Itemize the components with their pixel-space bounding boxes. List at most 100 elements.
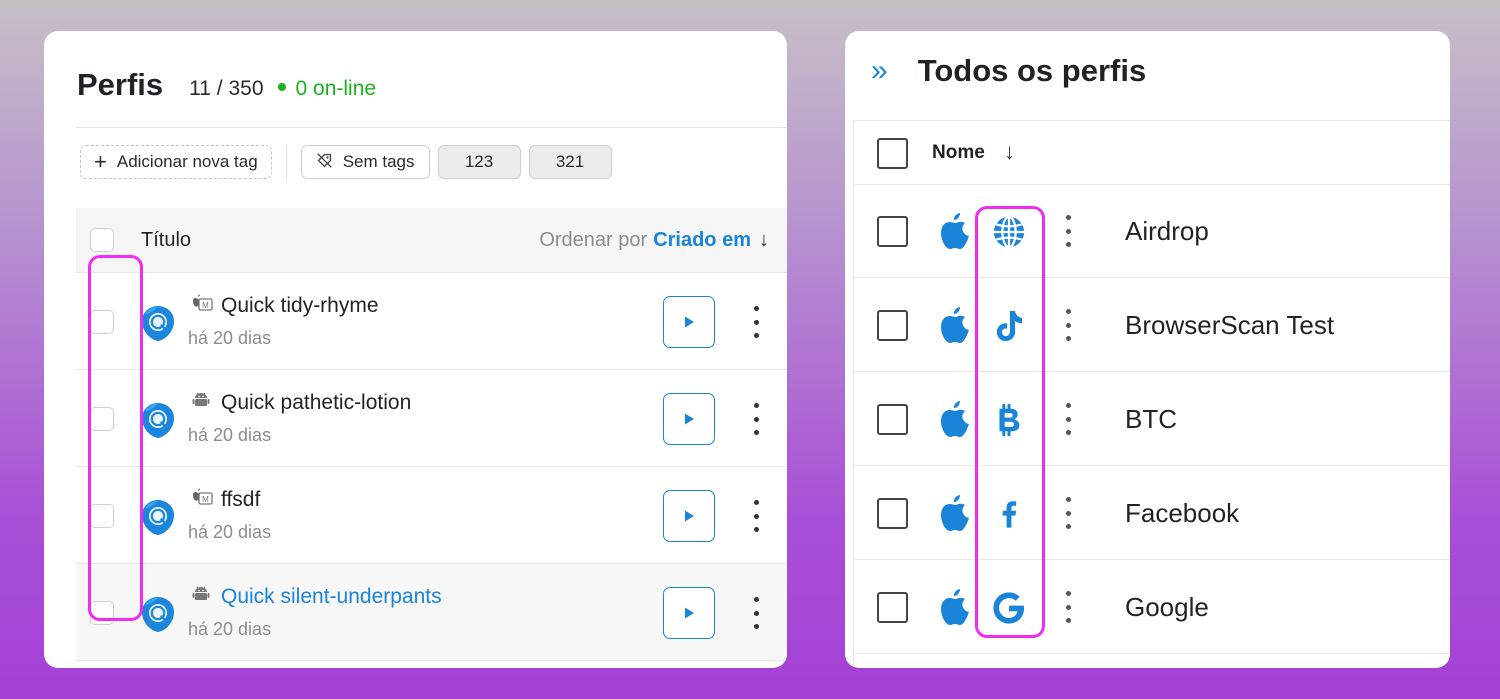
profiles-panel: Perfis 11 / 350 0 on-line + Adicionar no…: [44, 31, 787, 668]
dot: [753, 416, 759, 422]
profile-name[interactable]: ffsdf: [221, 488, 260, 512]
table-header: Nome ↓: [854, 121, 1450, 185]
svg-text:M: M: [202, 301, 209, 310]
facebook-icon: [990, 495, 1028, 533]
dot: [1065, 403, 1071, 408]
play-icon: [682, 315, 696, 329]
row-checkbox[interactable]: [90, 601, 114, 625]
macos-m-icon: M: [192, 488, 214, 510]
table-row[interactable]: Quick pathetic-lotion há 20 dias: [76, 370, 787, 467]
arrow-down-icon: ↓: [759, 229, 769, 251]
start-profile-button[interactable]: [663, 587, 715, 639]
row-checkbox[interactable]: [877, 216, 908, 247]
table-row[interactable]: Mffsdf há 20 dias: [76, 467, 787, 564]
dot: [1065, 416, 1071, 422]
more-options-icon[interactable]: [753, 306, 759, 338]
sort-value[interactable]: Criado em: [653, 229, 751, 251]
browser-logo-icon: [138, 400, 178, 440]
name-column-header[interactable]: Nome: [932, 142, 985, 164]
table-row[interactable]: BTC: [854, 373, 1450, 466]
profile-name[interactable]: Airdrop: [1125, 216, 1209, 247]
no-tags-filter-button[interactable]: Sem tags: [300, 145, 430, 179]
profile-name[interactable]: BrowserScan Test: [1125, 310, 1334, 341]
dot: [1065, 497, 1071, 502]
more-options-icon[interactable]: [1065, 309, 1071, 341]
profile-date: há 20 dias: [188, 619, 272, 639]
dot: [1065, 524, 1071, 529]
arrow-down-icon[interactable]: ↓: [1004, 139, 1015, 165]
all-profiles-header: » Todos os perfis: [871, 53, 1146, 89]
online-status: 0 on-line: [295, 77, 377, 100]
page-title: Perfis: [77, 67, 164, 102]
apple-icon: [938, 211, 974, 251]
table-header: Título Ordenar por Criado em ↓: [76, 208, 787, 273]
row-checkbox[interactable]: [90, 310, 114, 334]
more-options-icon[interactable]: [753, 597, 759, 629]
tiktok-icon: [990, 307, 1028, 345]
profile-date: há 20 dias: [188, 522, 272, 542]
row-checkbox[interactable]: [877, 404, 908, 435]
browser-logo-icon: [138, 594, 178, 634]
profile-name[interactable]: Facebook: [1125, 498, 1239, 529]
profile-name[interactable]: BTC: [1125, 404, 1177, 435]
start-profile-button[interactable]: [663, 490, 715, 542]
start-profile-button[interactable]: [663, 393, 715, 445]
browser-logo-icon: [138, 303, 178, 343]
table-row[interactable]: BrowserScan Test: [854, 279, 1450, 372]
profile-count: 11 / 350: [189, 77, 264, 100]
dot: [753, 319, 759, 325]
table-row[interactable]: Quick silent-underpants há 20 dias: [76, 564, 787, 661]
more-options-icon[interactable]: [1065, 591, 1071, 623]
table-row[interactable]: Airdrop: [854, 185, 1450, 278]
divider: [76, 127, 787, 128]
start-profile-button[interactable]: [663, 296, 715, 348]
table-row[interactable]: M Quick tidy-rhyme há 20 dias: [76, 273, 787, 370]
dot: [1065, 228, 1071, 234]
dot: [1065, 510, 1071, 516]
add-tag-label: Adicionar nova tag: [116, 152, 258, 171]
profile-name[interactable]: Quick silent-underpants: [221, 585, 442, 609]
more-options-icon[interactable]: [1065, 497, 1071, 529]
tag-filter-321[interactable]: 321: [528, 145, 612, 179]
dot: [753, 403, 759, 408]
table-row[interactable]: Facebook: [854, 467, 1450, 560]
row-checkbox[interactable]: [90, 407, 114, 431]
globe-icon: [990, 213, 1028, 251]
select-all-checkbox[interactable]: [90, 228, 114, 252]
svg-text:M: M: [202, 495, 209, 504]
tag-bar: + Adicionar nova tag Sem tags 123 321: [80, 145, 620, 179]
row-checkbox[interactable]: [877, 310, 908, 341]
title-column-header: Título: [141, 229, 192, 251]
android-icon: [192, 585, 210, 607]
apple-icon: [938, 399, 974, 439]
sort-prefix: Ordenar por: [539, 229, 648, 251]
dot: [1065, 215, 1071, 220]
more-options-icon[interactable]: [753, 500, 759, 532]
dot: [753, 610, 759, 616]
profile-name[interactable]: Quick tidy-rhyme: [221, 294, 379, 318]
row-checkbox[interactable]: [877, 498, 908, 529]
more-options-icon[interactable]: [1065, 215, 1071, 247]
dot: [753, 624, 759, 629]
tag-filter-123[interactable]: 123: [437, 145, 521, 179]
bitcoin-icon: [990, 401, 1028, 439]
sort-control[interactable]: Ordenar por Criado em ↓: [539, 229, 769, 252]
row-checkbox[interactable]: [877, 592, 908, 623]
profiles-table: Nome ↓ Airdrop BrowserScan Test BTC Faceboo…: [853, 120, 1450, 668]
android-icon: [192, 391, 210, 413]
play-icon: [682, 509, 696, 523]
apple-icon: [938, 305, 974, 345]
select-all-checkbox[interactable]: [877, 138, 908, 169]
more-options-icon[interactable]: [1065, 403, 1071, 435]
more-options-icon[interactable]: [753, 403, 759, 435]
table-row[interactable]: Google: [854, 561, 1450, 654]
profile-date: há 20 dias: [188, 328, 272, 348]
dot: [1065, 336, 1071, 341]
profile-name[interactable]: Quick pathetic-lotion: [221, 391, 411, 415]
double-chevron-right-icon[interactable]: »: [871, 54, 888, 88]
add-tag-button[interactable]: + Adicionar nova tag: [80, 145, 272, 179]
row-checkbox[interactable]: [90, 504, 114, 528]
profile-name[interactable]: Google: [1125, 592, 1209, 623]
dot: [753, 597, 759, 602]
tag-off-icon: [316, 152, 333, 173]
